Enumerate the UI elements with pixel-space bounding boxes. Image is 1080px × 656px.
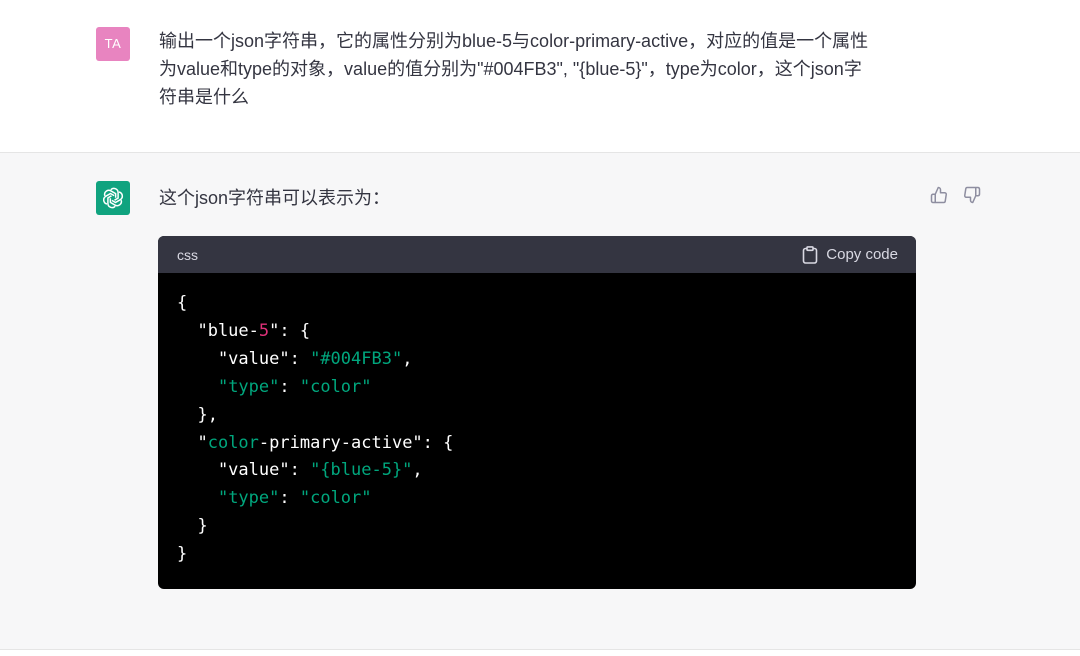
code-line: "type": "color"	[177, 374, 896, 402]
code-block-header: css Copy code	[158, 236, 916, 273]
thumbs-down-button[interactable]	[961, 184, 983, 206]
code-token: ": {	[269, 320, 311, 341]
user-message-row: TA 输出一个json字符串，它的属性分别为blue-5与color-prima…	[0, 0, 1080, 153]
user-message-text: 输出一个json字符串，它的属性分别为blue-5与color-primary-…	[159, 27, 919, 111]
code-line: },	[177, 402, 896, 430]
code-token: "type"	[217, 376, 280, 397]
code-token: {	[177, 293, 188, 313]
thumbs-up-icon	[930, 186, 947, 204]
assistant-avatar	[96, 181, 130, 215]
code-token: "color"	[299, 376, 372, 397]
code-token: color	[207, 432, 259, 453]
code-content: { "blue-5": { "value": "#004FB3", "type"…	[158, 273, 916, 569]
code-token: }	[177, 516, 208, 537]
code-line: "type": "color"	[177, 485, 896, 513]
code-line: "value": "{blue-5}",	[177, 457, 896, 485]
code-line: }	[177, 513, 896, 541]
code-token: "blue-	[177, 320, 259, 341]
code-token: ,	[412, 460, 423, 481]
user-message-line: 符串是什么	[159, 87, 249, 107]
thumbs-down-icon	[964, 186, 981, 204]
clipboard-icon	[802, 245, 818, 264]
openai-logo-icon	[103, 187, 123, 209]
code-token: ,	[402, 348, 413, 369]
code-token: :	[279, 376, 300, 397]
code-token: "{blue-5}"	[310, 460, 413, 481]
code-token: 5	[258, 320, 270, 341]
code-token: },	[177, 404, 218, 425]
code-block: css Copy code { "blue-5": { "value": "#0…	[158, 236, 916, 589]
code-token: "	[177, 432, 208, 453]
assistant-intro-text: 这个json字符串可以表示为：	[159, 188, 391, 208]
code-token: -primary-active": {	[258, 432, 454, 453]
user-avatar: TA	[96, 27, 130, 61]
user-message-line: 为value和type的对象，value的值分别为"#004FB3", "{bl…	[159, 59, 862, 79]
code-token: :	[279, 488, 300, 509]
code-line: }	[177, 541, 896, 569]
user-message-line: 输出一个json字符串，它的属性分别为blue-5与color-primary-…	[159, 31, 869, 51]
code-token: "value":	[177, 348, 311, 369]
code-line: "value": "#004FB3",	[177, 346, 896, 374]
copy-code-label: Copy code	[826, 246, 898, 263]
chat-page: TA 输出一个json字符串，它的属性分别为blue-5与color-prima…	[0, 0, 1080, 656]
code-token: }	[177, 544, 188, 565]
code-line: {	[177, 290, 896, 318]
code-token: "type"	[217, 488, 280, 509]
code-token: "#004FB3"	[310, 348, 403, 369]
code-token: "color"	[299, 488, 372, 509]
thumbs-up-button[interactable]	[928, 184, 950, 206]
copy-code-button[interactable]: Copy code	[802, 245, 898, 264]
code-token: "value":	[177, 460, 311, 481]
code-line: "blue-5": {	[177, 318, 896, 346]
code-language-label: css	[177, 246, 198, 263]
code-line: "color-primary-active": {	[177, 430, 896, 458]
